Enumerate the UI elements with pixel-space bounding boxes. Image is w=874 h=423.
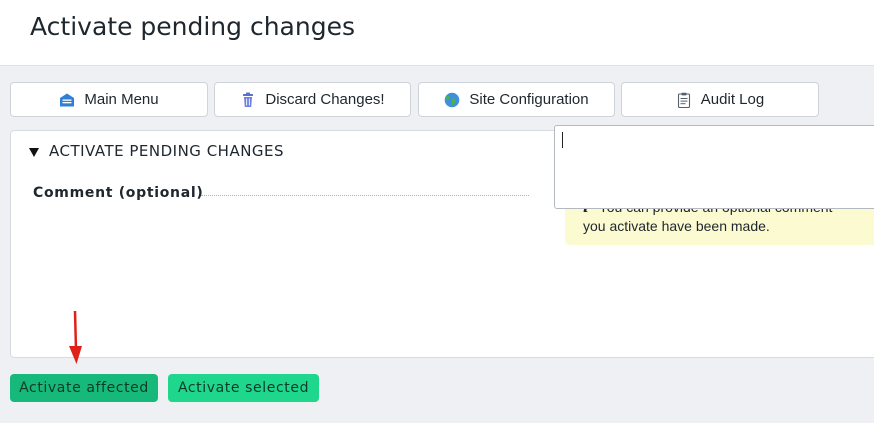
main-menu-icon — [59, 92, 75, 108]
audit-log-label: Audit Log — [700, 91, 765, 108]
text-cursor — [562, 132, 563, 148]
help-text-line2: you activate have been made. — [583, 218, 770, 234]
label-leader-dots — [201, 195, 529, 196]
activate-affected-button[interactable]: Activate affected — [10, 374, 158, 402]
annotation-arrow-icon — [69, 310, 82, 364]
comment-textarea[interactable] — [554, 125, 874, 209]
title-bar: Activate pending changes — [0, 0, 874, 66]
discard-changes-label: Discard Changes! — [265, 91, 385, 108]
collapse-triangle-icon — [29, 148, 39, 157]
activate-selected-button[interactable]: Activate selected — [168, 374, 319, 402]
site-configuration-button[interactable]: Site Configuration — [418, 82, 615, 117]
main-menu-label: Main Menu — [84, 91, 159, 108]
section-toggle[interactable]: ACTIVATE PENDING CHANGES — [29, 142, 284, 160]
comment-label: Comment (optional) — [33, 185, 204, 201]
globe-icon — [444, 92, 460, 108]
discard-changes-button[interactable]: Discard Changes! — [214, 82, 411, 117]
page-title: Activate pending changes — [30, 12, 355, 41]
section-heading: ACTIVATE PENDING CHANGES — [49, 142, 285, 160]
audit-log-button[interactable]: Audit Log — [621, 82, 819, 117]
clipboard-icon — [676, 92, 692, 108]
trash-icon — [240, 92, 256, 108]
main-menu-button[interactable]: Main Menu — [10, 82, 208, 117]
site-configuration-label: Site Configuration — [469, 91, 589, 108]
